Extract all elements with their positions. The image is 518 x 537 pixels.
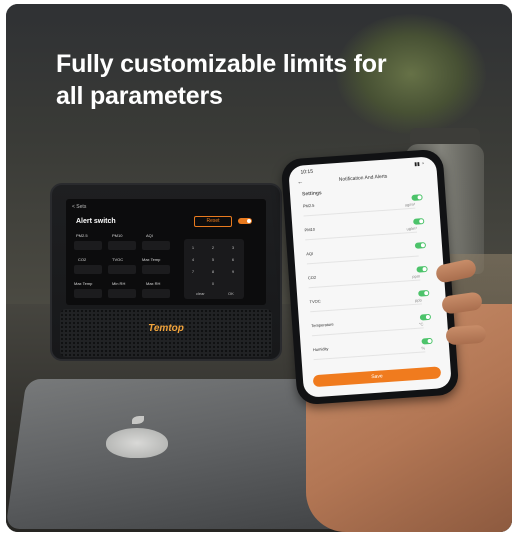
phone-section-title: Settings xyxy=(301,190,322,198)
setting-toggle xyxy=(414,242,427,249)
setting-unit: ug/m³ xyxy=(406,225,417,232)
finger xyxy=(445,324,487,346)
setting-label: Humidity xyxy=(312,346,329,353)
param-input xyxy=(74,241,102,250)
param-input xyxy=(142,241,170,250)
param-label: TVOC xyxy=(112,257,124,262)
air-monitor-device: < Sets Alert switch Reset PM2.5 PM10 AQI… xyxy=(50,183,282,361)
setting-unit: % xyxy=(421,345,426,351)
setting-unit: ug/m³ xyxy=(404,201,416,208)
param-label: PM10 xyxy=(112,233,123,238)
phone-signal-icon: ▮▮ ◔ xyxy=(414,160,425,168)
phone-time: 10:15 xyxy=(300,168,314,176)
phone-setting-row: TVOC ppb xyxy=(309,289,430,313)
photo-frame: Fully customizable limits for all parame… xyxy=(6,4,512,532)
param-label: PM2.5 xyxy=(76,233,88,238)
setting-unit: °C xyxy=(418,321,424,327)
keypad-ok: OK xyxy=(228,291,234,296)
param-label: AQI xyxy=(146,233,153,238)
setting-toggle xyxy=(418,289,430,297)
phone-setting-row: Temperature °C xyxy=(310,313,432,337)
param-label: Max Temp xyxy=(142,257,161,262)
param-input xyxy=(108,265,136,274)
setting-label: CO2 xyxy=(307,274,317,281)
phone-setting-row: Humidity % xyxy=(312,337,433,361)
phone-setting-row: CO2 ppm xyxy=(307,265,428,289)
keypad-key: 7 xyxy=(191,269,195,274)
phone-setting-row: AQI xyxy=(305,241,427,265)
param-input xyxy=(74,265,102,274)
smartphone: 10:15 ▮▮ ◔ ← Notification And Alerts Set… xyxy=(280,148,460,406)
keypad-key: 3 xyxy=(231,245,235,250)
param-input xyxy=(74,289,102,298)
keypad-key: 2 xyxy=(211,245,215,250)
setting-label: PM2.5 xyxy=(302,202,315,209)
keypad-key: 0 xyxy=(211,281,215,286)
headline-line-1: Fully customizable limits for xyxy=(56,50,387,78)
setting-label: Temperature xyxy=(311,321,334,329)
keypad-key: 6 xyxy=(231,257,235,262)
setting-toggle xyxy=(416,265,428,273)
param-input xyxy=(108,289,136,298)
device-alert-toggle xyxy=(238,218,252,224)
param-label: Min RH xyxy=(112,281,126,286)
param-label: CO2 xyxy=(78,257,87,262)
setting-toggle xyxy=(413,218,425,225)
param-input xyxy=(142,265,170,274)
setting-toggle xyxy=(419,313,432,321)
keypad-key: 4 xyxy=(191,257,195,262)
keypad-key: 5 xyxy=(211,257,215,262)
device-reset-button: Reset xyxy=(194,216,232,227)
phone-setting-row: PM2.5 ug/m³ xyxy=(302,193,423,217)
device-screen-title: Alert switch xyxy=(76,218,116,225)
keypad-clear: clear xyxy=(196,291,205,296)
keypad-key: 1 xyxy=(191,245,195,250)
headline: Fully customizable limits for all parame… xyxy=(56,48,456,112)
phone-screen: 10:15 ▮▮ ◔ ← Notification And Alerts Set… xyxy=(288,156,452,398)
param-input xyxy=(108,241,136,250)
device-back-link: < Sets xyxy=(72,204,87,210)
device-screen: < Sets Alert switch Reset PM2.5 PM10 AQI… xyxy=(66,199,266,305)
setting-unit: ppb xyxy=(414,297,422,303)
param-label: Max RH xyxy=(146,281,161,286)
setting-unit: ppm xyxy=(412,273,421,280)
apple-logo xyxy=(106,428,168,458)
param-input xyxy=(142,289,170,298)
setting-label: TVOC xyxy=(309,298,321,305)
setting-label: PM10 xyxy=(304,226,316,233)
headline-line-2: all parameters xyxy=(56,82,223,110)
keypad-key: 9 xyxy=(231,269,235,274)
phone-setting-row: PM10 ug/m³ xyxy=(304,217,425,241)
device-keypad: 1 2 3 4 5 6 7 8 9 0 clear OK xyxy=(184,239,244,299)
keypad-key: 8 xyxy=(211,269,215,274)
param-label: Max Temp xyxy=(74,281,93,286)
setting-toggle xyxy=(421,337,433,345)
device-brand-logo: Temtop xyxy=(148,323,184,334)
setting-toggle xyxy=(411,194,423,201)
phone-save-button: Save xyxy=(312,366,442,388)
setting-label: AQI xyxy=(306,250,314,257)
